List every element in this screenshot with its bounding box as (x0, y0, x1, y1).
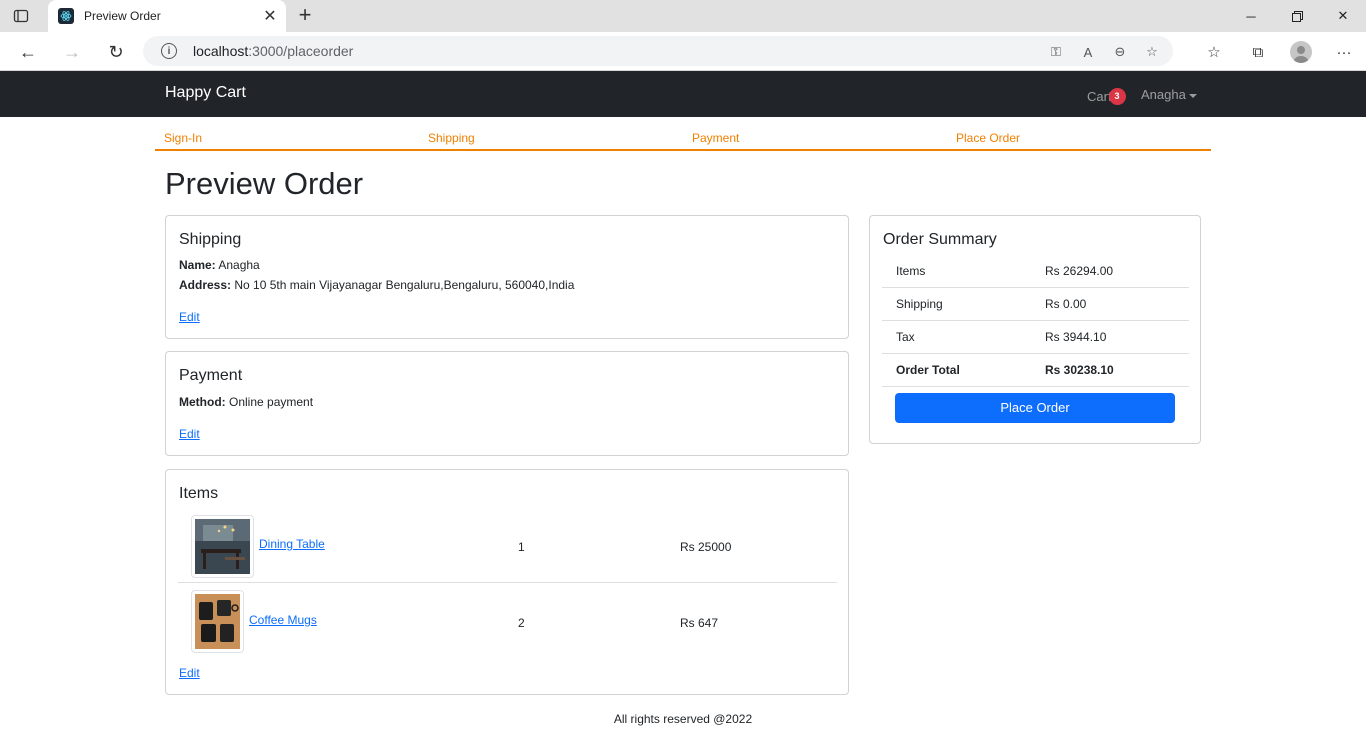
url-text: localhost:3000/placeorder (193, 43, 353, 59)
profile-avatar-icon[interactable] (1290, 41, 1312, 63)
footer-text: All rights reserved @2022 (613, 712, 753, 726)
summary-value: Rs 3944.10 (1045, 330, 1107, 344)
close-window-icon[interactable]: ✕ (1320, 0, 1366, 32)
items-card: Items Dining Table 1 Rs 25000 Coffee Mug… (165, 469, 849, 695)
address-value: No 10 5th main Vijayanagar Bengaluru,Ben… (234, 278, 575, 292)
tab-actions-icon[interactable] (12, 7, 30, 25)
summary-total-label: Order Total (896, 363, 960, 377)
payment-edit-link[interactable]: Edit (179, 427, 200, 441)
tab-title: Preview Order (84, 9, 161, 23)
summary-row-items: Items Rs 26294.00 (882, 255, 1189, 288)
new-tab-icon[interactable]: + (294, 4, 316, 26)
summary-label: Items (896, 264, 926, 278)
payment-heading: Payment (179, 367, 243, 384)
summary-row-shipping: Shipping Rs 0.00 (882, 288, 1189, 321)
step-place-order: Place Order (956, 131, 1021, 145)
page-title: Preview Order (165, 166, 364, 201)
zoom-icon[interactable]: ⊖ (1111, 43, 1129, 61)
browser-tab[interactable]: Preview Order ✕ (48, 0, 286, 32)
checkout-steps: Sign-In Shipping Payment Place Order (155, 131, 1211, 151)
collections-icon[interactable]: ⧉ (1246, 40, 1270, 64)
method-value: Online payment (229, 395, 314, 409)
brand-link[interactable]: Happy Cart (165, 84, 246, 102)
step-shipping: Shipping (428, 131, 475, 145)
method-label: Method: (179, 395, 226, 409)
refresh-icon[interactable]: ↻ (104, 40, 128, 64)
item-price: Rs 647 (680, 616, 719, 630)
payment-method: Method: Online payment (179, 395, 313, 409)
user-name: Anagha (1141, 87, 1186, 102)
shipping-heading: Shipping (179, 231, 242, 248)
address-bar: ← → ↻ i localhost:3000/placeorder ⚿ A ⊖ … (0, 32, 1366, 71)
address-label: Address: (179, 278, 232, 292)
back-icon[interactable]: ← (16, 40, 40, 64)
item-price: Rs 25000 (680, 540, 732, 554)
user-dropdown[interactable]: Anagha (1141, 87, 1197, 102)
cart-count-badge: 3 (1108, 88, 1126, 105)
summary-label: Tax (896, 330, 915, 344)
list-item: Dining Table 1 Rs 25000 (178, 511, 837, 583)
product-image (191, 590, 244, 653)
restore-icon[interactable] (1274, 0, 1320, 32)
more-options-icon[interactable]: ··· (1332, 40, 1356, 64)
site-info-icon[interactable]: i (161, 43, 177, 59)
item-name-link[interactable]: Dining Table (259, 537, 325, 551)
step-payment: Payment (692, 131, 740, 145)
cart-label: Cart (1087, 88, 1112, 104)
favorites-icon[interactable]: ☆ (1202, 40, 1226, 64)
browser-tab-bar: Preview Order ✕ + ─ ✕ (0, 0, 1366, 32)
items-edit-link[interactable]: Edit (179, 666, 200, 680)
place-order-button[interactable]: Place Order (895, 393, 1175, 423)
url-field[interactable]: i localhost:3000/placeorder ⚿ A ⊖ ☆ (143, 36, 1173, 66)
cart-link[interactable]: Cart 3 (1087, 87, 1126, 105)
read-aloud-icon[interactable]: A (1079, 43, 1097, 61)
forward-icon[interactable]: → (60, 40, 84, 64)
item-quantity: 1 (518, 540, 525, 554)
summary-heading: Order Summary (883, 231, 997, 248)
shipping-card: Shipping Name: Anagha Address: No 10 5th… (165, 215, 849, 339)
summary-row-total: Order Total Rs 30238.10 (882, 354, 1189, 387)
shipping-name: Name: Anagha (179, 258, 260, 272)
url-host: localhost (193, 43, 249, 59)
add-favorite-icon[interactable]: ☆ (1143, 43, 1161, 61)
shipping-edit-link[interactable]: Edit (179, 310, 200, 324)
summary-total-value: Rs 30238.10 (1045, 363, 1114, 377)
url-path: :3000/placeorder (248, 43, 354, 59)
list-item: Coffee Mugs 2 Rs 647 (178, 587, 837, 659)
payment-card: Payment Method: Online payment Edit (165, 351, 849, 456)
item-name-link[interactable]: Coffee Mugs (249, 613, 317, 627)
item-quantity: 2 (518, 616, 525, 630)
close-tab-icon[interactable]: ✕ (260, 6, 280, 26)
product-image (191, 515, 254, 578)
order-summary-card: Order Summary Items Rs 26294.00 Shipping… (869, 215, 1201, 444)
name-value: Anagha (218, 258, 260, 272)
summary-value: Rs 26294.00 (1045, 264, 1114, 278)
minimize-icon[interactable]: ─ (1228, 0, 1274, 32)
shipping-address: Address: No 10 5th main Vijayanagar Beng… (179, 278, 574, 292)
caret-down-icon (1188, 93, 1197, 98)
items-heading: Items (179, 485, 219, 502)
name-label: Name: (179, 258, 216, 272)
step-sign-in: Sign-In (164, 131, 203, 145)
summary-label: Shipping (896, 297, 943, 311)
app-navbar: Happy Cart Cart 3 Anagha (0, 71, 1366, 117)
react-favicon-icon (58, 8, 74, 24)
key-icon[interactable]: ⚿ (1047, 43, 1065, 61)
summary-row-tax: Tax Rs 3944.10 (882, 321, 1189, 354)
summary-value: Rs 0.00 (1045, 297, 1087, 311)
